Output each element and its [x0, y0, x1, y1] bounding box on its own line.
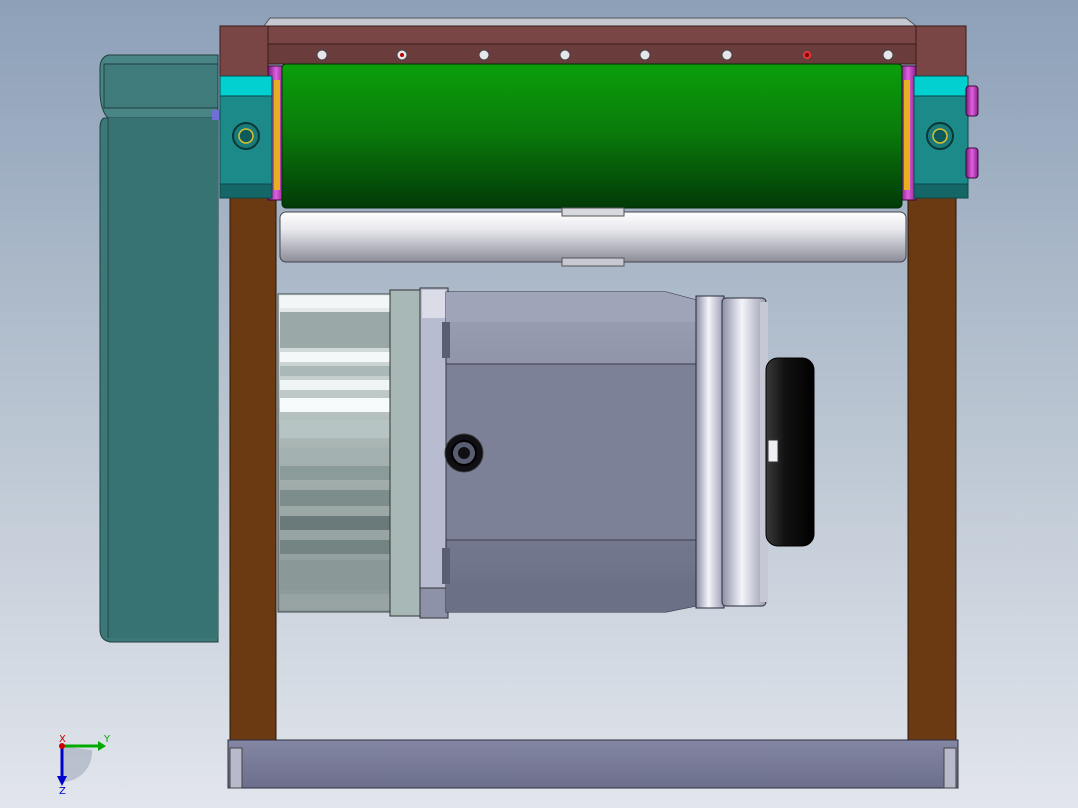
frame-leg-right[interactable]	[907, 197, 957, 749]
coordinate-triad: Y X Z	[57, 734, 111, 795]
cable-gland[interactable]	[444, 433, 484, 473]
motor-brake-knob[interactable]	[765, 357, 815, 547]
idler-shaft[interactable]	[279, 207, 907, 267]
axis-x-label: X	[59, 734, 66, 745]
axis-z-label: Z	[59, 786, 66, 795]
drive-roller[interactable]	[281, 63, 903, 209]
motor-cooling-fins	[277, 293, 391, 613]
conveyor-assembly-model[interactable]	[0, 0, 1078, 808]
frame-leg-left[interactable]	[229, 197, 277, 749]
axis-y-label: Y	[103, 734, 111, 745]
side-guard-panel[interactable]	[99, 54, 222, 643]
bearing-block-right[interactable]	[913, 75, 969, 199]
base-plate[interactable]	[227, 739, 959, 789]
bearing-block-left[interactable]	[219, 75, 273, 199]
cad-graphics-viewport[interactable]: Y X Z	[0, 0, 1078, 808]
motor-flange[interactable]	[389, 287, 449, 619]
motor-end-cap[interactable]	[695, 295, 768, 609]
